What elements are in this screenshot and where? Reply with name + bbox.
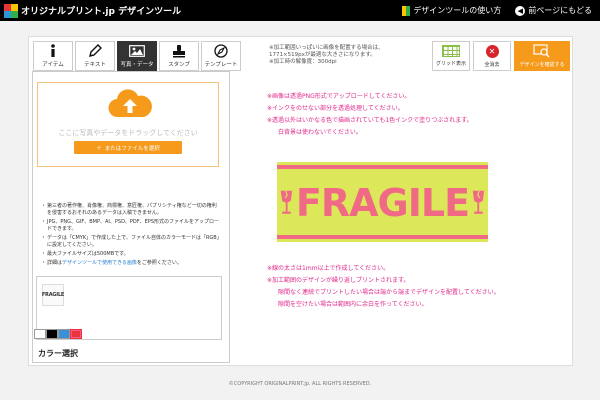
image-icon bbox=[129, 43, 145, 59]
design-text: FRAGILE bbox=[295, 181, 470, 225]
tab-text[interactable]: テキスト bbox=[75, 41, 115, 71]
design-image: FRAGILE bbox=[277, 172, 488, 234]
pen-icon bbox=[87, 43, 103, 59]
color-swatches bbox=[34, 329, 82, 339]
close-icon: ✕ bbox=[485, 44, 499, 58]
select-file-label: またはファイルを選択 bbox=[104, 145, 160, 152]
upload-hint: ここに写真やデータをドラッグしてください bbox=[58, 129, 198, 137]
list-item: ・最大ファイルサイズは500MBです。 bbox=[41, 251, 129, 257]
tool-tabs: アイテム テキスト 写真・データ スタンプ テンプレート bbox=[33, 41, 241, 71]
swatch-white[interactable] bbox=[34, 329, 46, 339]
confirm-design-button[interactable]: デザインを確認する bbox=[514, 41, 570, 71]
logo-mark-icon bbox=[4, 3, 18, 18]
tab-stamp[interactable]: スタンプ bbox=[159, 41, 199, 71]
tab-template[interactable]: テンプレート bbox=[201, 41, 241, 71]
print-warnings: ※線の太さは1mm以上で作成してください。 ※加工範囲のデザインが繰り返しプリン… bbox=[267, 265, 500, 308]
canvas-toolbar: グリッド表示 ✕ 全消去 デザインを確認する bbox=[432, 41, 570, 71]
back-arrow-icon: ◀ bbox=[515, 5, 526, 16]
plus-icon: ＋ bbox=[96, 145, 102, 152]
select-file-button[interactable]: ＋ またはファイルを選択 bbox=[74, 141, 182, 154]
design-band-top bbox=[277, 165, 488, 169]
design-band-bottom bbox=[277, 235, 488, 239]
upload-warnings: ※画像は透過PNG形式でアップロードしてください。 ※インクをのせない部分を透過… bbox=[267, 93, 473, 136]
uploaded-image-thumbnail[interactable]: FRAGILE bbox=[42, 284, 64, 306]
template-icon bbox=[213, 43, 229, 59]
beginner-mark-icon bbox=[402, 5, 411, 16]
print-area-info: ※加工範囲いっぱいに画像を配置する場合は、 1771×519pxが最適な大きさに… bbox=[269, 45, 384, 65]
grid-icon bbox=[442, 45, 460, 57]
stamp-icon bbox=[171, 43, 187, 59]
info-icon bbox=[45, 43, 61, 59]
app-header: オリジナルプリント.jp デザインツール デザインツールの使い方 ◀ 前ページに… bbox=[0, 0, 600, 21]
tab-label: 写真・データ bbox=[120, 62, 154, 68]
guide-link[interactable]: デザインツールの使い方 bbox=[402, 5, 501, 16]
footer-copyright: ©COPYRIGHT ORIGINALPRINT.jp. ALL RIGHTS … bbox=[228, 381, 372, 387]
tab-label: アイテム bbox=[42, 62, 64, 68]
broken-glass-icon bbox=[472, 190, 485, 214]
list-item: ・第三者の著作権、肖像権、商標権、意匠権、パブリシティ権など一切の権利を侵害する… bbox=[41, 203, 217, 216]
tab-label: テンプレート bbox=[204, 62, 238, 68]
upload-dropzone[interactable]: ここに写真やデータをドラッグしてください ＋ またはファイルを選択 bbox=[37, 82, 219, 167]
logo-text: オリジナルプリント.jp デザインツール bbox=[21, 7, 182, 17]
tab-label: テキスト bbox=[84, 62, 106, 68]
upload-notes: ・第三者の著作権、肖像権、商標権、意匠権、パブリシティ権など一切の権利を侵害する… bbox=[41, 203, 221, 269]
tab-label: スタンプ bbox=[168, 62, 190, 68]
grid-toggle-button[interactable]: グリッド表示 bbox=[432, 41, 470, 71]
tab-item[interactable]: アイテム bbox=[33, 41, 73, 71]
tab-photo-data[interactable]: 写真・データ bbox=[117, 41, 157, 71]
swatch-red[interactable] bbox=[70, 329, 82, 339]
logo[interactable]: オリジナルプリント.jp デザインツール bbox=[4, 3, 182, 18]
usable-images-link[interactable]: デザインツールで使用できる画像 bbox=[62, 260, 137, 266]
cloud-upload-icon bbox=[108, 89, 152, 118]
monitor-search-icon bbox=[533, 44, 550, 58]
broken-glass-icon bbox=[280, 190, 293, 214]
design-canvas[interactable]: FRAGILE bbox=[277, 162, 488, 242]
upload-panel: ここに写真やデータをドラッグしてください ＋ またはファイルを選択 ・第三者の著… bbox=[32, 71, 230, 363]
clear-all-button[interactable]: ✕ 全消去 bbox=[473, 41, 511, 71]
list-item: ・詳細はデザインツールで使用できる画像をご参照ください。 bbox=[41, 260, 182, 266]
list-item: ・データは「CMYK」で作成した上で、ファイル自体のカラーモードは「RGB」に設… bbox=[41, 235, 220, 248]
swatch-black[interactable] bbox=[46, 329, 58, 339]
guide-link-label: デザインツールの使い方 bbox=[413, 6, 502, 15]
color-select-title: カラー選択 bbox=[38, 349, 78, 358]
swatch-blue[interactable] bbox=[58, 329, 70, 339]
design-tool-panel: アイテム テキスト 写真・データ スタンプ テンプレート ここに写真やデータをド… bbox=[28, 36, 573, 366]
back-link[interactable]: ◀ 前ページにもどる bbox=[515, 5, 592, 16]
back-link-label: 前ページにもどる bbox=[528, 6, 592, 15]
list-item: ・ JPG、PNG、GIF、BMP、AI、PSD、PDF、EPS形式のファイルをア… bbox=[41, 219, 220, 232]
